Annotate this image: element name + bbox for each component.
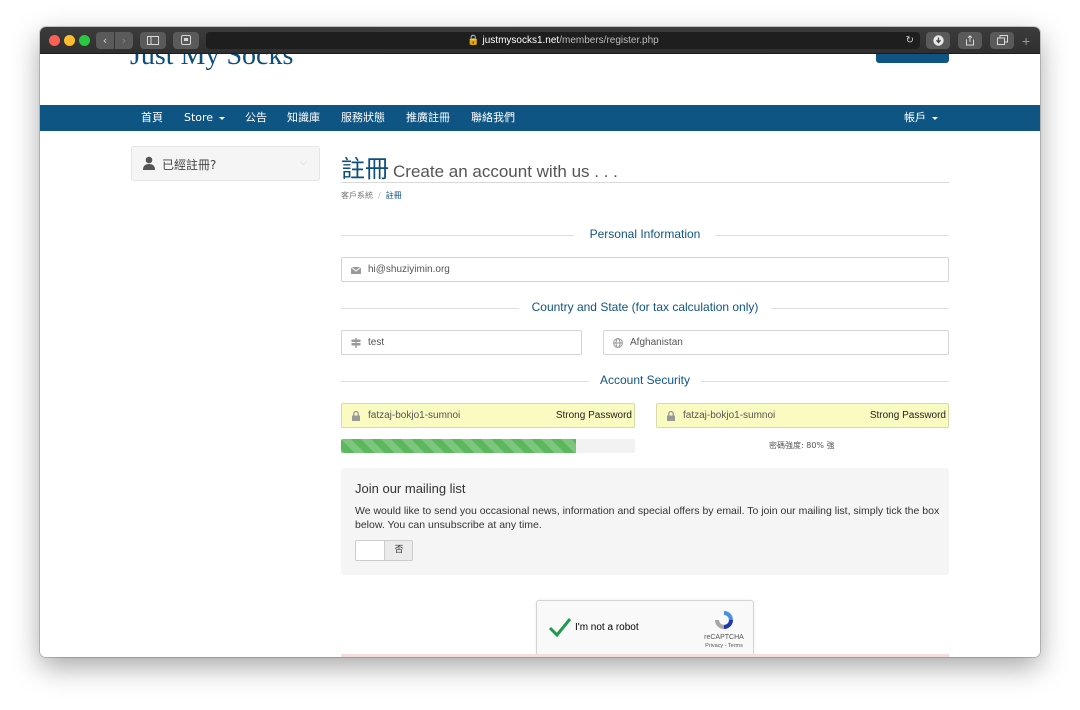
plus-icon: +: [1022, 33, 1031, 49]
url-domain: justmysocks1.net: [482, 35, 560, 46]
share-icon: [966, 35, 974, 46]
browser-toolbar: ‹ › 🔒 justmysocks1.net/members/register.…: [40, 27, 1040, 54]
nav-item-home[interactable]: 首頁: [141, 105, 163, 131]
downloads-button[interactable]: [926, 32, 950, 49]
show-tabs-button[interactable]: [990, 32, 1014, 49]
zoom-window-button[interactable]: [79, 35, 90, 46]
bottom-alert-strip: [341, 654, 949, 657]
recaptcha-label: I'm not a robot: [575, 622, 639, 633]
url-path: /members/register.php: [559, 35, 659, 46]
page-title: 註冊 Create an account with us . . .: [341, 149, 618, 184]
chevron-left-icon: ‹: [102, 34, 108, 47]
already-registered-label: 已經註冊?: [162, 158, 217, 172]
user-icon: [143, 156, 155, 170]
envelope-icon: [351, 266, 361, 274]
nav-item-account-label: 帳戶: [904, 111, 926, 124]
section-country-state: Country and State (for tax calculation o…: [341, 300, 949, 316]
lock-icon: [352, 411, 360, 421]
caret-down-icon: [932, 116, 938, 120]
sidebar-toggle-button[interactable]: [140, 32, 166, 49]
lock-icon: [667, 411, 675, 421]
header-action-button[interactable]: [876, 54, 949, 63]
section-account-security: Account Security: [341, 373, 949, 389]
reload-icon[interactable]: ↻: [906, 32, 914, 49]
sidebar-icon: [147, 36, 159, 45]
back-button[interactable]: ‹: [96, 32, 114, 49]
main-navbar: 首頁 Store 公告 知識庫 服務狀態 推廣註冊 聯絡我們 帳戶: [40, 105, 1040, 131]
recaptcha-logo-icon: [715, 611, 733, 629]
minimize-window-button[interactable]: [64, 35, 75, 46]
section-title: Account Security: [599, 373, 691, 387]
section-personal-information: Personal Information: [341, 227, 949, 243]
country-value: Afghanistan: [630, 337, 683, 348]
nav-item-knowledgebase[interactable]: 知識庫: [287, 105, 320, 131]
globe-icon: [613, 338, 623, 348]
mailing-list-heading: Join our mailing list: [355, 481, 466, 496]
confirm-password-value: fatzaj-bokjo1-sumnoi: [683, 410, 776, 421]
email-field[interactable]: hi@shuziyimin.org: [341, 257, 949, 282]
breadcrumb-separator: /: [378, 191, 381, 200]
toggle-knob: [356, 541, 385, 560]
email-value: hi@shuziyimin.org: [368, 264, 450, 275]
password-value: fatzaj-bokjo1-sumnoi: [368, 410, 461, 421]
state-value: test: [368, 337, 385, 348]
password-strength-bar: [341, 439, 635, 453]
web-page: Just My Socks 首頁 Store 公告 知識庫 服務狀態 推廣註冊 …: [40, 54, 1040, 657]
share-button[interactable]: [958, 32, 982, 49]
reader-icon: [181, 35, 191, 45]
country-select[interactable]: Afghanistan: [603, 330, 949, 355]
breadcrumb-register: 註冊: [385, 191, 402, 200]
recaptcha-brand: reCAPTCHA: [704, 634, 744, 641]
browser-window: ‹ › 🔒 justmysocks1.net/members/register.…: [40, 27, 1040, 657]
nav-item-contact[interactable]: 聯絡我們: [471, 105, 515, 131]
confirm-password-field[interactable]: fatzaj-bokjo1-sumnoi Strong Password: [656, 403, 949, 428]
breadcrumb: 客戶系統 / 註冊: [341, 190, 402, 201]
signpost-icon: [351, 338, 361, 348]
already-registered-panel[interactable]: 已經註冊? ⌵: [131, 146, 320, 181]
nav-item-announcements[interactable]: 公告: [245, 105, 267, 131]
state-field[interactable]: test: [341, 330, 582, 355]
mailing-list-panel: Join our mailing list We would like to s…: [341, 468, 949, 575]
download-icon: [932, 35, 944, 46]
password-strength-label: 密碼強度: 80% 強: [769, 441, 835, 450]
chevron-down-icon: ⌵: [300, 158, 307, 168]
nav-item-store[interactable]: Store: [184, 105, 226, 131]
page-title-main: 註冊: [341, 155, 389, 183]
page-subtitle: Create an account with us . . .: [393, 162, 618, 181]
chevron-right-icon: ›: [121, 34, 127, 47]
checkmark-icon[interactable]: [548, 615, 572, 639]
caret-down-icon: [219, 116, 226, 120]
tabs-icon: [996, 35, 1008, 45]
mailing-list-description: We would like to send you occasional new…: [355, 505, 940, 531]
breadcrumb-client-area[interactable]: 客戶系統: [341, 191, 373, 200]
nav-item-service-status[interactable]: 服務狀態: [341, 105, 385, 131]
nav-item-affiliates[interactable]: 推廣註冊: [406, 105, 450, 131]
nav-item-account[interactable]: 帳戶: [904, 105, 938, 131]
new-tab-button[interactable]: +: [1022, 33, 1031, 49]
forward-button[interactable]: ›: [115, 32, 133, 49]
mailing-list-toggle[interactable]: 否: [355, 540, 413, 561]
password-field[interactable]: fatzaj-bokjo1-sumnoi Strong Password: [341, 403, 635, 428]
lock-icon: 🔒: [467, 35, 480, 46]
nav-item-store-label: Store: [184, 111, 214, 124]
title-divider: [341, 182, 949, 183]
address-bar[interactable]: 🔒 justmysocks1.net/members/register.php …: [206, 32, 920, 49]
close-window-button[interactable]: [49, 35, 60, 46]
section-title: Country and State (for tax calculation o…: [531, 300, 759, 314]
section-title: Personal Information: [589, 227, 701, 241]
confirm-password-strength-hint: Strong Password: [869, 410, 946, 421]
toggle-off-label: 否: [394, 545, 404, 555]
recaptcha-terms-link[interactable]: Privacy - Terms: [698, 643, 750, 649]
site-logo[interactable]: Just My Socks: [130, 54, 293, 72]
recaptcha-widget: I'm not a robot reCAPTCHA Privacy - Term…: [536, 600, 754, 656]
password-strength-fill: [341, 439, 577, 453]
tab-overview-button[interactable]: [173, 32, 199, 49]
header-links: [752, 54, 852, 60]
password-strength-hint: Strong Password: [555, 410, 632, 421]
